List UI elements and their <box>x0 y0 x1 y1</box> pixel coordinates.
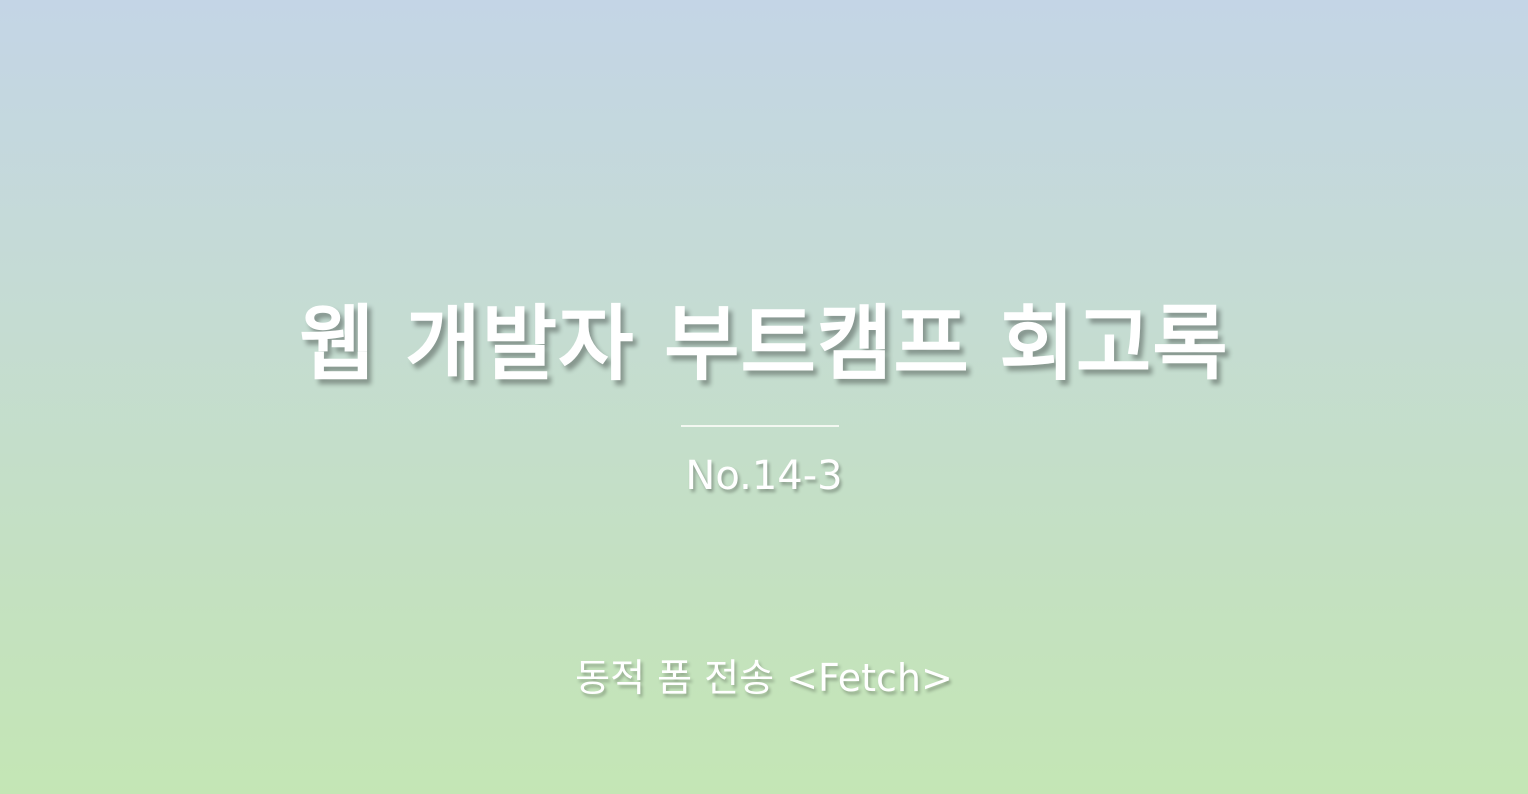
issue-number: No.14-3 <box>685 453 843 499</box>
divider-line <box>681 425 839 427</box>
subtitle: 동적 폼 전송 <Fetch> <box>575 656 953 700</box>
page-title: 웹 개발자 부트캠프 회고록 <box>299 297 1229 392</box>
cover-slide: 웹 개발자 부트캠프 회고록 No.14-3 동적 폼 전송 <Fetch> <box>0 0 1528 794</box>
